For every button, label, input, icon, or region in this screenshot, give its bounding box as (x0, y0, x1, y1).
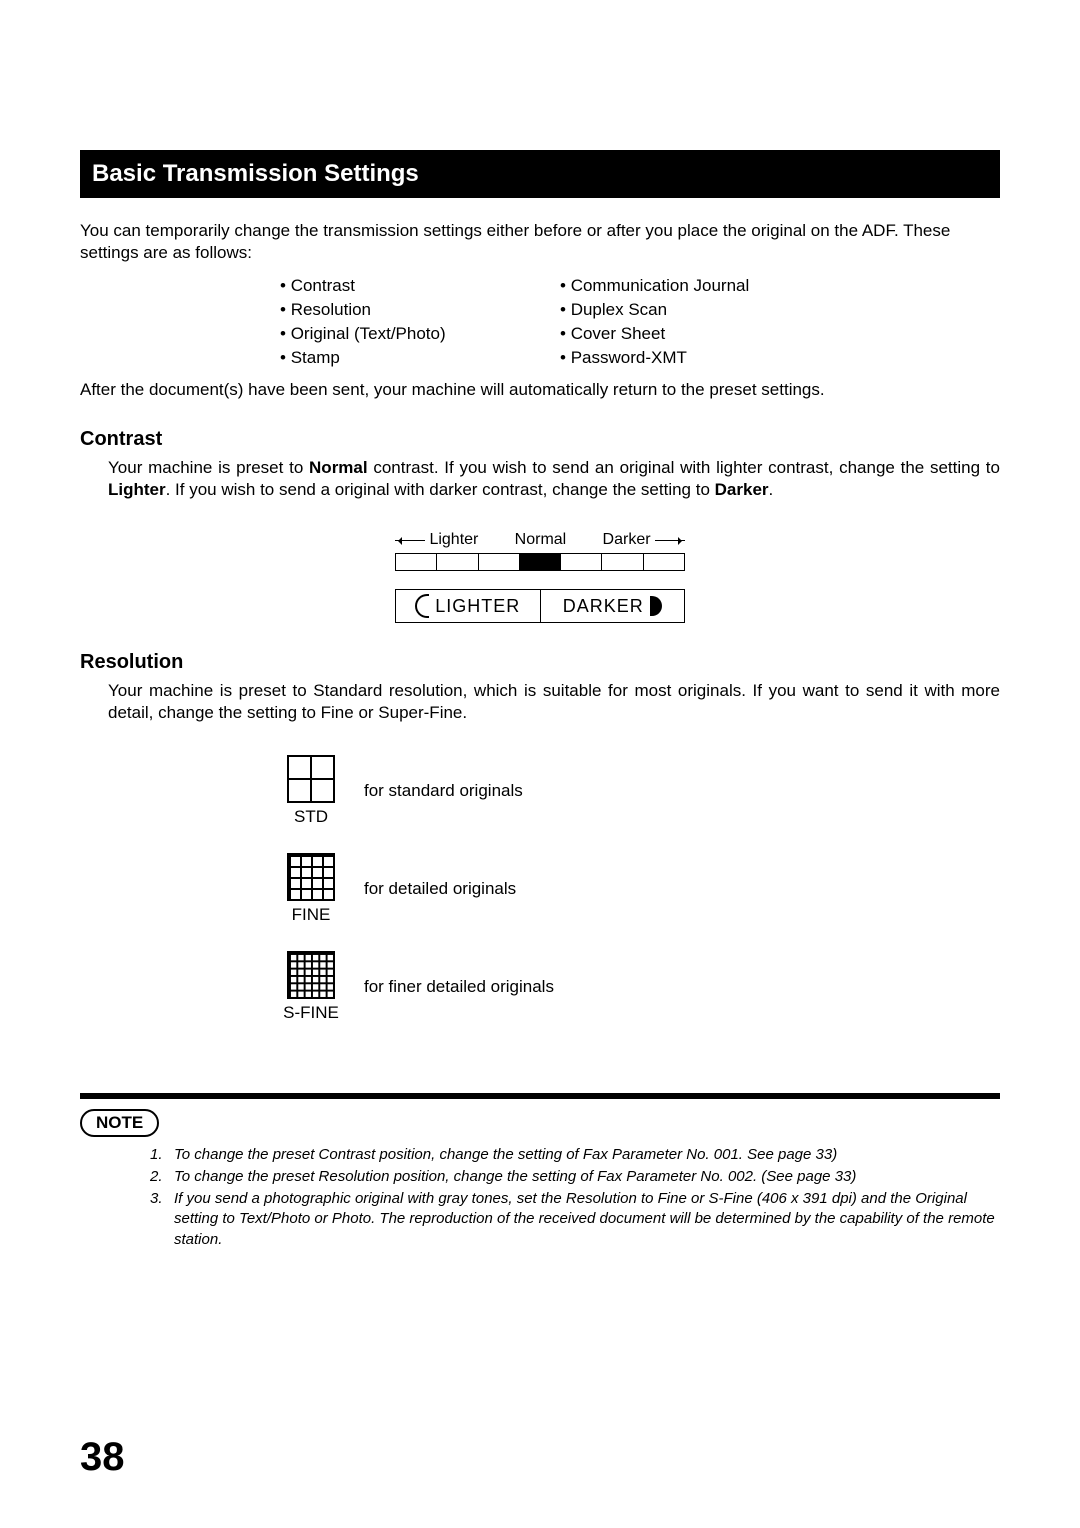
note-badge: NOTE (80, 1109, 159, 1137)
note-divider (80, 1093, 1000, 1099)
lighter-icon (415, 594, 429, 618)
intro-text: You can temporarily change the transmiss… (80, 220, 1000, 264)
resolution-table: STD for standard originals FINE for deta… (280, 755, 1000, 1023)
list-item: • Original (Text/Photo) (280, 324, 560, 344)
contrast-heading: Contrast (80, 428, 1000, 451)
list-item: • Password-XMT (560, 348, 749, 368)
section-header: Basic Transmission Settings (80, 150, 1000, 198)
std-grid-icon (287, 755, 335, 803)
std-desc: for standard originals (364, 781, 523, 801)
darker-icon (650, 596, 662, 616)
list-item: • Duplex Scan (560, 300, 749, 320)
resolution-body: Your machine is preset to Standard resol… (108, 680, 1000, 724)
fine-desc: for detailed originals (364, 879, 516, 899)
fine-label: FINE (280, 905, 342, 925)
list-item: • Cover Sheet (560, 324, 749, 344)
settings-list: • Contrast • Resolution • Original (Text… (280, 274, 1000, 370)
contrast-diagram: Lighter Normal Darker LIGHTER DARKER (395, 531, 685, 623)
arrow-left-icon (395, 540, 425, 541)
sfine-desc: for finer detailed originals (364, 977, 554, 997)
lighter-button[interactable]: LIGHTER (396, 590, 541, 622)
list-item: • Communication Journal (560, 276, 749, 296)
sfine-grid-icon (287, 951, 335, 999)
sfine-label: S-FINE (280, 1003, 342, 1023)
list-item: • Stamp (280, 348, 560, 368)
arrow-right-icon (655, 540, 685, 541)
darker-button[interactable]: DARKER (541, 590, 685, 622)
contrast-body: Your machine is preset to Normal contras… (108, 457, 1000, 501)
page-number: 38 (80, 1435, 125, 1480)
list-item: • Contrast (280, 276, 560, 296)
list-item: • Resolution (280, 300, 560, 320)
note-list: 1.To change the preset Contrast position… (150, 1145, 1000, 1250)
contrast-scale (395, 553, 685, 571)
std-label: STD (280, 807, 342, 827)
after-settings-text: After the document(s) have been sent, yo… (80, 380, 1000, 400)
resolution-heading: Resolution (80, 651, 1000, 674)
fine-grid-icon (287, 853, 335, 901)
